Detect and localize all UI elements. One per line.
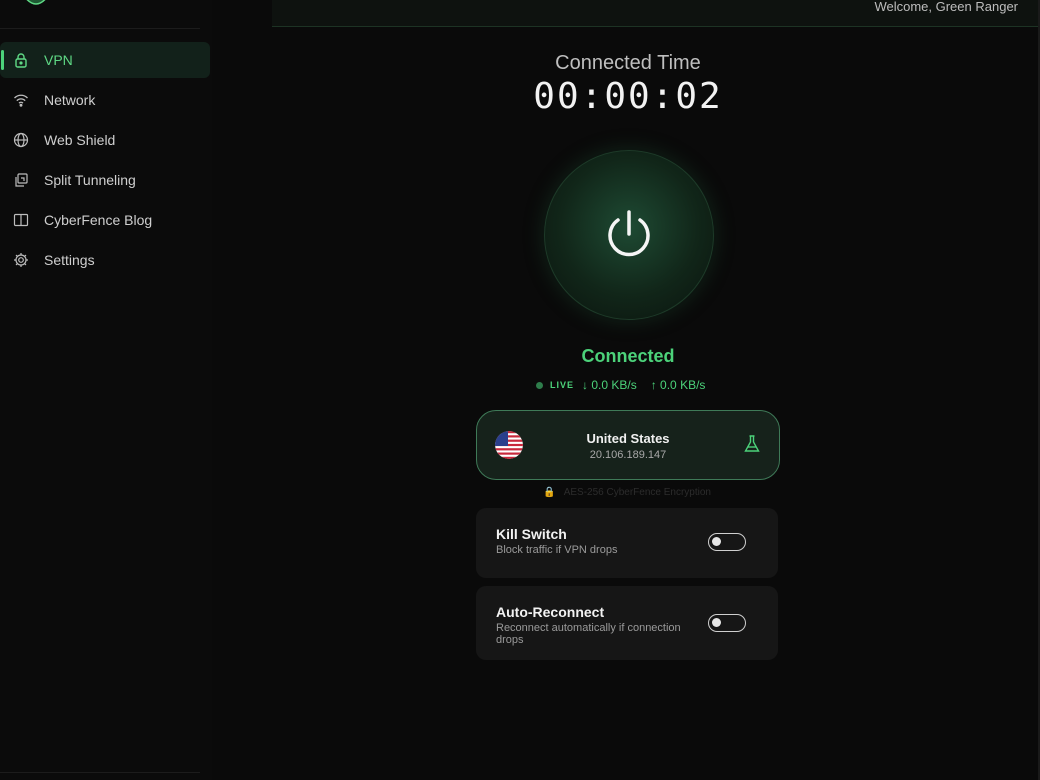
gear-icon xyxy=(12,251,30,269)
auto-reconnect-card: Auto-Reconnect Reconnect automatically i… xyxy=(476,586,778,660)
book-icon xyxy=(12,211,30,229)
top-bar: Welcome, Green Ranger xyxy=(272,0,1040,27)
sidebar-divider xyxy=(0,772,200,773)
server-selector[interactable]: United States 20.106.189.147 xyxy=(476,410,780,480)
sidebar-item-settings[interactable]: Settings xyxy=(0,242,212,278)
sidebar-item-network[interactable]: Network xyxy=(0,82,212,118)
encryption-text: AES-256 CyberFence Encryption xyxy=(563,487,711,498)
connected-time-value: 00:00:02 xyxy=(533,76,723,117)
sidebar-item-label: Settings xyxy=(44,252,95,268)
live-label: LIVE xyxy=(550,380,575,390)
sidebar-item-cyberfence-blog[interactable]: CyberFence Blog xyxy=(0,202,212,238)
auto-reconnect-toggle[interactable] xyxy=(708,614,746,632)
welcome-text: Welcome, Green Ranger xyxy=(874,0,1018,14)
sidebar-item-label: Split Tunneling xyxy=(44,172,136,188)
auto-reconnect-subtitle: Reconnect automatically if connection dr… xyxy=(496,622,681,646)
live-dot-icon xyxy=(536,381,543,389)
sidebar-item-label: VPN xyxy=(44,52,73,68)
sidebar-item-vpn[interactable]: VPN xyxy=(0,42,210,78)
vpn-main-panel: Connected Time 00:00:02 Connected LIVE ↓… xyxy=(272,26,1040,780)
toggle-knob xyxy=(712,618,721,627)
sidebar: VPN Network Web Shield Split Tunneling C… xyxy=(0,0,212,780)
connection-status: Connected xyxy=(581,346,675,366)
kill-switch-card: Kill Switch Block traffic if VPN drops xyxy=(476,508,778,578)
cyberfence-shield-logo xyxy=(26,0,46,5)
download-speed: ↓ 0.0 KB/s xyxy=(582,378,637,392)
encryption-note: 🔒 AES-256 CyberFence Encryption xyxy=(476,487,778,498)
sidebar-item-web-shield[interactable]: Web Shield xyxy=(0,122,212,158)
split-tunnel-icon xyxy=(12,171,30,189)
kill-switch-toggle[interactable] xyxy=(708,533,746,551)
server-country: United States xyxy=(586,431,670,446)
server-ip: 20.106.189.147 xyxy=(589,449,667,461)
flask-icon[interactable] xyxy=(741,433,763,455)
sidebar-item-label: CyberFence Blog xyxy=(44,212,153,228)
kill-switch-subtitle: Block traffic if VPN drops xyxy=(496,544,618,556)
power-button[interactable] xyxy=(544,150,714,320)
sidebar-item-label: Web Shield xyxy=(44,132,116,148)
sidebar-nav: VPN Network Web Shield Split Tunneling C… xyxy=(0,42,212,282)
sidebar-item-split-tunneling[interactable]: Split Tunneling xyxy=(0,162,212,198)
traffic-stats: LIVE ↓ 0.0 KB/s ↑ 0.0 KB/s xyxy=(536,376,726,394)
lock-icon xyxy=(12,51,30,69)
sidebar-item-label: Network xyxy=(44,92,96,108)
upload-speed: ↑ 0.0 KB/s xyxy=(650,378,706,392)
wifi-icon xyxy=(12,91,30,109)
globe-icon xyxy=(12,131,30,149)
padlock-icon: 🔒 xyxy=(543,487,556,498)
sidebar-divider xyxy=(0,28,200,29)
power-icon xyxy=(608,210,650,257)
connected-time-label: Connected Time xyxy=(555,52,701,74)
toggle-knob xyxy=(712,537,721,546)
